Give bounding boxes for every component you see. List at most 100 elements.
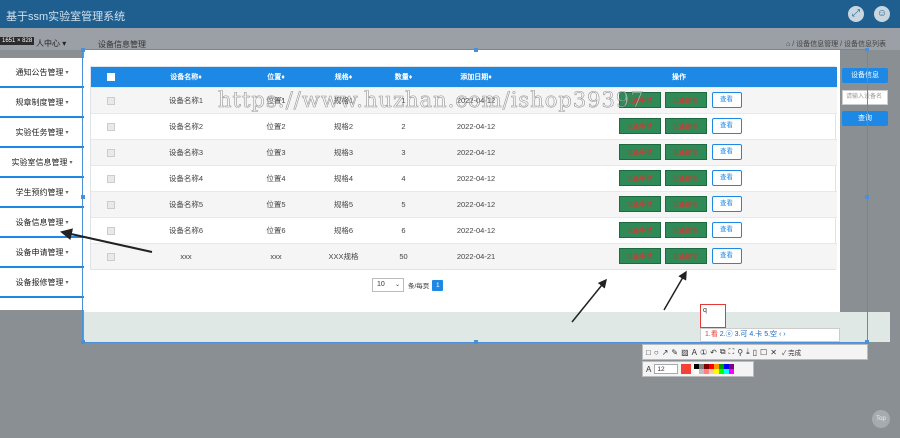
view-button[interactable]: 查看 — [711, 92, 742, 108]
apply-button[interactable]: 设备申请 — [618, 170, 661, 186]
crop-icon[interactable]: ⛶ — [729, 347, 735, 357]
repair-button[interactable]: 设备报修 — [664, 170, 707, 186]
row-checkbox[interactable] — [107, 148, 115, 157]
bookmark-icon[interactable]: ☐ — [760, 348, 767, 357]
done-button[interactable]: ✓ 完成 — [782, 347, 801, 357]
sidebar-item-repairs[interactable]: 设备报修管理 ▾ — [0, 268, 84, 298]
cell-qty: 6 — [376, 216, 431, 243]
apply-button[interactable]: 设备申请 — [618, 118, 661, 134]
sidebar-item-tasks[interactable]: 实验任务管理 ▾ — [0, 118, 84, 148]
view-button[interactable]: 查看 — [711, 196, 742, 212]
apply-button[interactable]: 设备申请 — [618, 222, 661, 238]
color-swatch[interactable] — [729, 369, 735, 374]
pin-icon[interactable]: ⚲ — [737, 348, 743, 357]
cell-location: 位置6 — [241, 216, 311, 243]
sidebar-item-label: 学生预约管理 — [15, 187, 64, 197]
sidebar-item-reservations[interactable]: 学生预约管理 ▾ — [0, 178, 84, 208]
cell-date: 2022-04-12 — [431, 138, 521, 165]
table-row: 设备名称2 位置2 规格2 2 2022-04-12 设备申请 设备报修 查看 — [91, 112, 837, 139]
copy-icon[interactable]: ⧉ — [720, 347, 726, 357]
download-icon[interactable]: ⤓ — [746, 347, 750, 357]
page-size-select[interactable]: 10 ⌄ — [372, 278, 404, 292]
column-header-location[interactable]: 位置♦ — [241, 67, 311, 87]
mosaic-tool-icon[interactable]: ▨ — [681, 348, 689, 357]
ime-candidate[interactable]: 4.卡 — [749, 331, 762, 338]
phone-icon[interactable]: ▯ — [753, 348, 757, 357]
apply-button[interactable]: 设备申请 — [618, 196, 661, 212]
sidebar-item-labs[interactable]: 实验室信息管理 ▾ — [0, 148, 84, 178]
column-header-name[interactable]: 设备名称♦ — [131, 67, 241, 87]
cell-actions: 设备申请 设备报修 查看 — [521, 138, 837, 165]
repair-button[interactable]: 设备报修 — [664, 144, 707, 160]
cell-spec: 规格4 — [311, 164, 376, 191]
close-icon[interactable]: ✕ — [770, 348, 777, 357]
back-to-top-button[interactable]: Top — [872, 410, 890, 428]
sidebar-item-applications[interactable]: 设备申请管理 ▾ — [0, 238, 84, 268]
current-color-swatch[interactable] — [681, 364, 692, 374]
app-header: 基于ssm实验室管理系统 ⤢ ☺ — [0, 0, 900, 28]
view-button[interactable]: 查看 — [711, 222, 742, 238]
repair-button[interactable]: 设备报修 — [664, 118, 707, 134]
app-title: 基于ssm实验室管理系统 — [6, 11, 126, 23]
view-button[interactable]: 查看 — [711, 248, 742, 265]
rectangle-tool-icon[interactable]: □ — [646, 348, 651, 357]
breadcrumb[interactable]: ⌂ / 设备信息管理 / 设备信息列表 — [786, 39, 886, 49]
page-button-current[interactable]: 1 — [432, 279, 444, 291]
repair-button[interactable]: 设备报修 — [664, 196, 707, 212]
cell-date: 2022-04-12 — [431, 190, 521, 217]
fullscreen-icon[interactable]: ⤢ — [848, 6, 864, 22]
table-row: 设备名称6 位置6 规格6 6 2022-04-12 设备申请 设备报修 查看 — [91, 216, 837, 243]
size-badge: 1651 × 828 — [0, 37, 35, 45]
row-checkbox[interactable] — [107, 96, 115, 105]
font-size-select[interactable]: 12 — [654, 364, 679, 374]
apply-button[interactable]: 设备申请 — [618, 144, 661, 160]
text-tool-icon[interactable]: A — [692, 348, 697, 357]
column-header-date[interactable]: 添加日期♦ — [431, 67, 521, 87]
search-input[interactable]: 请输入设备名 — [842, 90, 888, 105]
row-checkbox[interactable] — [107, 122, 115, 131]
text-cursor-box[interactable]: q — [700, 304, 726, 328]
repair-button[interactable]: 设备报修 — [664, 222, 707, 238]
table-row: xxx xxx XXX规格 50 2022-04-21 设备申请 设备报修 查看 — [91, 242, 837, 269]
row-checkbox[interactable] — [107, 200, 115, 209]
cell-spec: XXX规格 — [311, 242, 376, 269]
color-palette — [694, 364, 735, 374]
sidebar-item-rules[interactable]: 规章制度管理 ▾ — [0, 88, 84, 118]
chevron-down-icon: ▾ — [62, 39, 67, 48]
user-icon[interactable]: ☺ — [874, 6, 890, 22]
ime-candidate[interactable]: 3.可 — [735, 331, 748, 338]
undo-icon[interactable]: ↶ — [710, 348, 717, 357]
column-header-qty[interactable]: 数量♦ — [376, 67, 431, 87]
repair-button[interactable]: 设备报修 — [664, 248, 707, 265]
number-tool-icon[interactable]: ① — [700, 348, 707, 357]
row-checkbox[interactable] — [107, 226, 115, 235]
ime-candidate[interactable]: 2.ⓞ — [720, 331, 733, 338]
view-button[interactable]: 查看 — [711, 144, 742, 160]
cell-qty: 4 — [376, 164, 431, 191]
ime-candidate[interactable]: 5.空 — [764, 331, 777, 338]
view-button[interactable]: 查看 — [711, 118, 742, 134]
cell-name: 设备名称6 — [131, 216, 241, 243]
repair-button[interactable]: 设备报修 — [664, 92, 707, 108]
select-all-checkbox[interactable] — [107, 72, 115, 81]
cell-qty: 50 — [376, 242, 431, 269]
ellipse-tool-icon[interactable]: ○ — [654, 348, 659, 357]
equipment-info-button[interactable]: 设备信息 — [842, 68, 888, 83]
ime-page-arrows[interactable]: ‹ › — [779, 331, 786, 338]
cell-date: 2022-04-12 — [431, 164, 521, 191]
view-button[interactable]: 查看 — [711, 170, 742, 186]
column-header-spec[interactable]: 规格♦ — [311, 67, 376, 87]
resize-handle[interactable] — [865, 195, 869, 199]
sidebar-item-equipment[interactable]: 设备信息管理 ▾ — [0, 208, 84, 238]
apply-button[interactable]: 设备申请 — [618, 248, 661, 265]
ime-candidate[interactable]: 1.看 — [705, 331, 718, 338]
cell-location: 位置4 — [241, 164, 311, 191]
sidebar-item-notice[interactable]: 通知公告管理 ▾ — [0, 58, 84, 88]
row-checkbox[interactable] — [107, 174, 115, 183]
row-checkbox[interactable] — [107, 252, 115, 261]
cell-name: 设备名称4 — [131, 164, 241, 191]
search-button[interactable]: 查询 — [842, 111, 888, 126]
user-center-menu[interactable]: 人中心 ▾ — [36, 38, 66, 49]
arrow-tool-icon[interactable]: ↗ — [662, 348, 669, 357]
pen-tool-icon[interactable]: ✎ — [671, 348, 678, 357]
